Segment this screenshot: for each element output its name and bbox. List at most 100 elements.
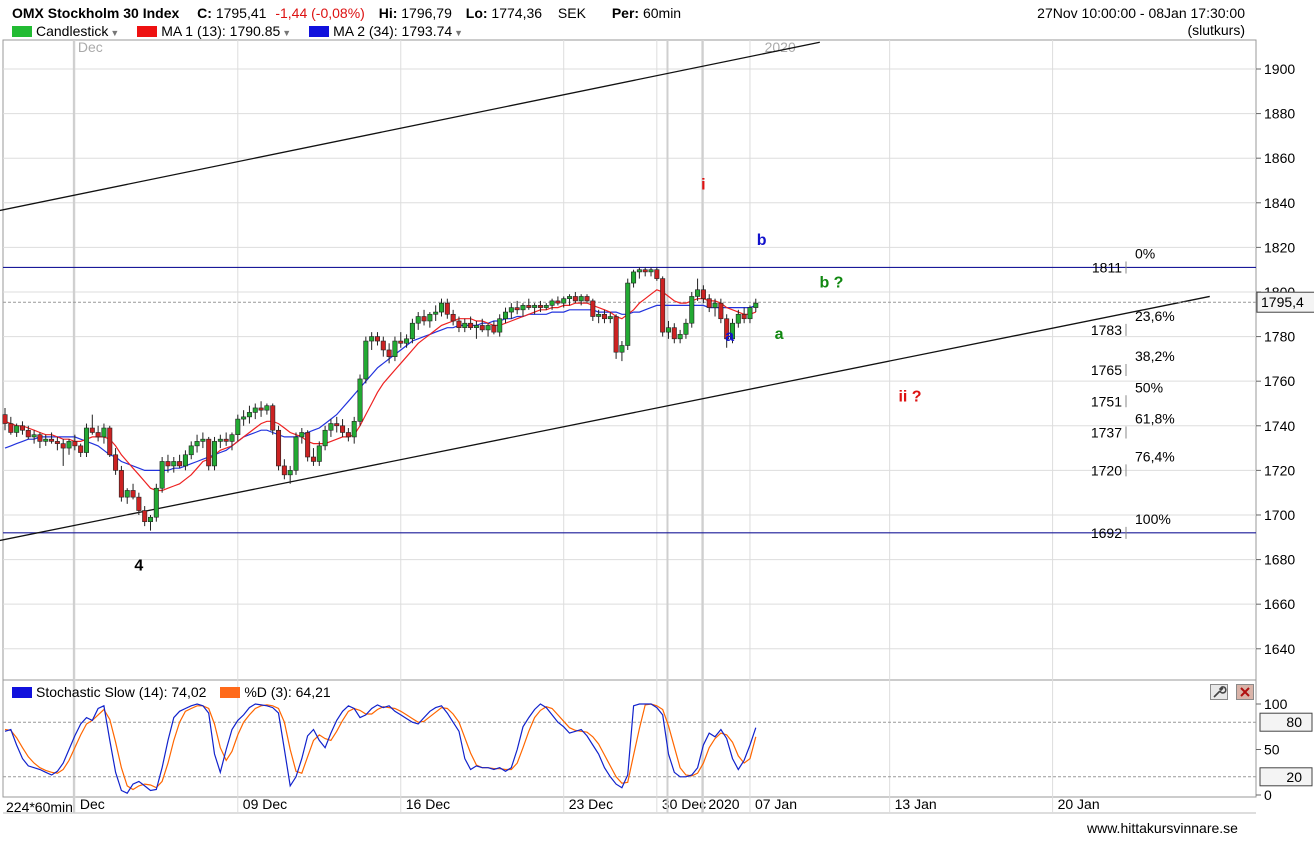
close-icon[interactable] [1236, 684, 1254, 700]
wave-label: 4 [134, 558, 143, 575]
fib-pct-label: 23,6% [1135, 308, 1175, 324]
candle-body [660, 278, 666, 333]
bars-count: 224*60min [6, 799, 73, 815]
candle-body [712, 302, 718, 308]
candle-body [182, 454, 188, 467]
candle-body [450, 313, 456, 322]
price-panel [2, 39, 1257, 681]
candle-body [526, 305, 532, 308]
candle-body [281, 465, 287, 476]
candle-body [206, 438, 212, 467]
legend-candlestick-label: Candlestick [36, 23, 109, 39]
chevron-down-icon[interactable]: ▼ [454, 28, 463, 38]
candle-body [456, 320, 462, 328]
legend-ma1[interactable]: MA 1 (13): 1790.85 ▼ [137, 23, 305, 39]
price-tick-label: 1740 [1264, 418, 1295, 434]
candle-body [310, 456, 316, 462]
series-legend: Candlestick ▼ MA 1 (13): 1790.85 ▼ MA 2 (3… [12, 23, 477, 39]
candle-body [258, 407, 264, 411]
last-price-value: 1795,4 [1261, 294, 1304, 310]
price-tick-label: 1680 [1264, 552, 1295, 568]
candle-body [631, 271, 637, 284]
candle-body [72, 441, 78, 447]
price-tick-label: 1860 [1264, 150, 1295, 166]
candle-body [276, 429, 282, 467]
candle-body [2, 414, 8, 424]
legend-ma2[interactable]: MA 2 (34): 1793.74 ▼ [309, 23, 477, 39]
chevron-down-icon[interactable]: ▼ [282, 28, 291, 38]
price-tick-label: 1640 [1264, 641, 1295, 657]
candle-body [369, 336, 375, 342]
stoch-level-value: 80 [1286, 714, 1302, 730]
candle-body [584, 296, 590, 302]
candle-body [404, 338, 410, 344]
candle-body [473, 325, 479, 328]
candle-body [532, 305, 538, 308]
candle-body [444, 302, 450, 315]
candle-body [124, 490, 130, 498]
candle-body [357, 378, 363, 422]
candle-body [37, 434, 43, 442]
wave-label: ii ? [898, 388, 921, 405]
candle-body [415, 316, 421, 324]
candle-body [49, 438, 55, 442]
candle-body [101, 427, 107, 438]
date-range: 27Nov 10:00:00 - 08Jan 17:30:00 [1037, 5, 1245, 21]
candle-body [177, 461, 183, 467]
candle-body [31, 434, 37, 438]
fib-price-label: 1783 [1091, 322, 1122, 338]
close-value: 1795,41 [215, 5, 267, 21]
candle-body [590, 300, 596, 317]
stoch-d-label: %D (3): 64,21 [244, 684, 331, 700]
candle-body [334, 423, 340, 427]
candle-body [229, 434, 235, 442]
fib-pct-label: 76,4% [1135, 448, 1175, 464]
candle-body [241, 416, 247, 420]
currency: SEK [557, 5, 586, 21]
wrench-icon[interactable] [1210, 684, 1228, 700]
candle-body [427, 313, 433, 322]
candle-body [485, 325, 491, 331]
candle-body [625, 282, 631, 346]
candle-body [217, 438, 223, 442]
period-value: 60min [642, 5, 682, 21]
wave-label: a [725, 328, 734, 345]
candle-body [409, 322, 415, 340]
candle-body [671, 327, 677, 340]
candle-body [421, 316, 427, 322]
legend-ma1-label: MA 1 (13): 1790.85 [161, 23, 281, 39]
legend-candlestick[interactable]: Candlestick ▼ [12, 23, 133, 39]
wave-label: i [701, 176, 705, 193]
candle-body [54, 441, 60, 444]
price-tick-label: 1720 [1264, 462, 1295, 478]
candle-body [700, 289, 706, 299]
candle-body [433, 311, 439, 315]
candle-body [677, 334, 683, 340]
candle-body [252, 407, 258, 413]
date-tick-label: 30 Dec [662, 796, 706, 812]
ma2-swatch [309, 26, 330, 37]
header-bar: OMX Stockholm 30 Index C: 1795,41 -1,44 … [12, 5, 681, 21]
candle-body [561, 298, 567, 304]
indicator-legend: Stochastic Slow (14): 74,02 %D (3): 64,2… [12, 684, 331, 700]
candle-body [60, 443, 66, 449]
candle-body [66, 441, 72, 449]
candle-body [246, 412, 252, 418]
candle-body [165, 461, 171, 467]
candle-body [642, 269, 648, 273]
date-tick-label: 13 Jan [895, 796, 937, 812]
watermark: www.hittakursvinnare.se [1087, 820, 1238, 836]
date-tick-label: 09 Dec [243, 796, 287, 812]
candle-body [514, 307, 520, 311]
date-tick-label: 23 Dec [569, 796, 613, 812]
candle-body [392, 340, 398, 357]
stoch-tick-label: 0 [1264, 787, 1272, 803]
index-title: OMX Stockholm 30 Index [12, 5, 180, 21]
legend-ma2-label: MA 2 (34): 1793.74 [333, 23, 453, 39]
candle-body [567, 296, 573, 299]
date-tick-label: 16 Dec [406, 796, 450, 812]
candle-body [14, 425, 20, 433]
chevron-down-icon[interactable]: ▼ [110, 28, 119, 38]
price-tick-label: 1880 [1264, 106, 1295, 122]
hi-value: 1796,79 [401, 5, 452, 21]
